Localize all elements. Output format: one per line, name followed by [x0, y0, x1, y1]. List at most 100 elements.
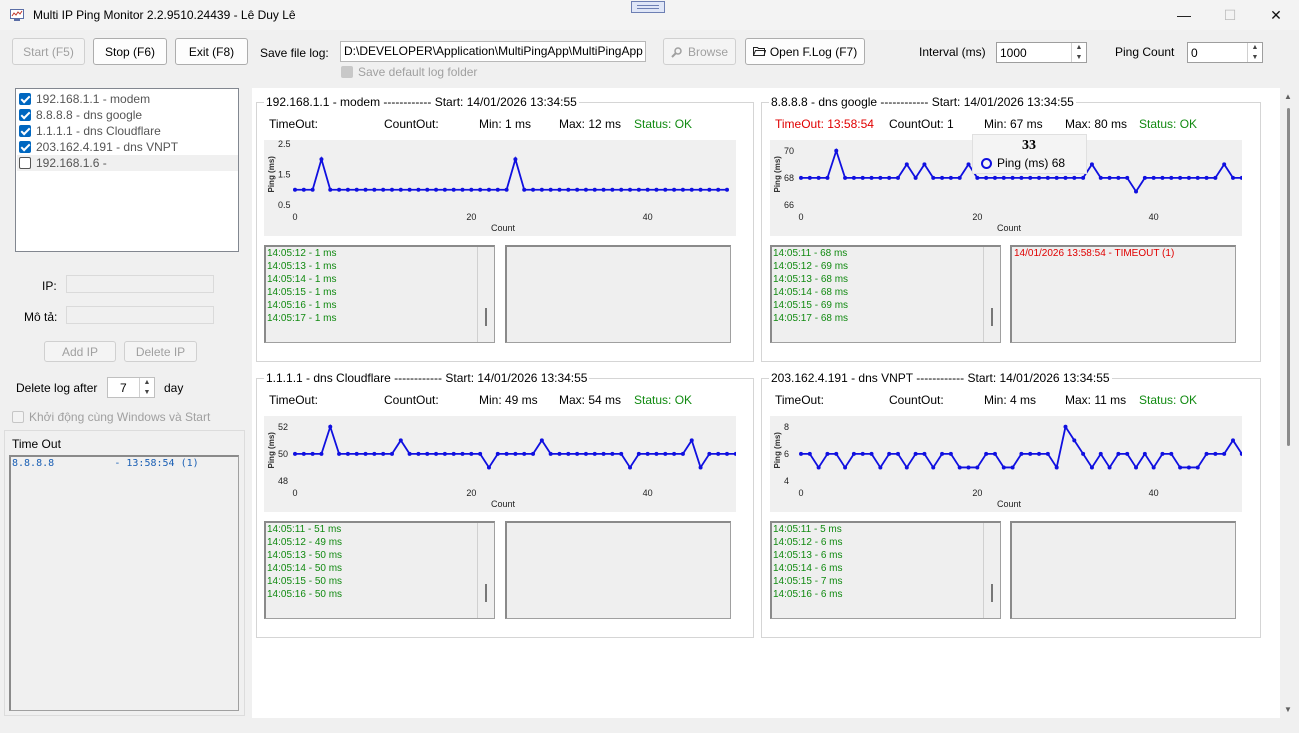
- log-line: 14:05:12 - 49 ms: [267, 537, 343, 548]
- host-item[interactable]: 203.162.4.191 - dns VNPT: [19, 139, 178, 155]
- data-point: [1178, 175, 1183, 180]
- data-point: [663, 187, 668, 192]
- y-axis-label: Ping (ms): [773, 156, 782, 193]
- data-point: [628, 465, 633, 470]
- minimize-button[interactable]: —: [1161, 0, 1207, 30]
- timeout-stat: TimeOut:: [775, 393, 824, 407]
- x-axis-label: Count: [491, 223, 516, 233]
- add-ip-button[interactable]: Add IP: [44, 341, 116, 362]
- timeout-log-box[interactable]: [1010, 521, 1236, 619]
- data-point: [654, 187, 659, 192]
- data-point: [843, 465, 848, 470]
- data-point: [816, 175, 821, 180]
- close-button[interactable]: ✕: [1253, 0, 1299, 30]
- autostart-checkbox[interactable]: Khởi động cùng Windows và Start: [12, 410, 210, 424]
- log-scrollbar[interactable]: [983, 523, 1000, 618]
- timeout-log-box[interactable]: 14/01/2026 13:58:54 - TIMEOUT (1): [1010, 245, 1236, 343]
- data-point: [1213, 451, 1218, 456]
- x-tick-label: 40: [643, 212, 653, 222]
- delete-ip-button[interactable]: Delete IP: [124, 341, 197, 362]
- save-default-checkbox[interactable]: Save default log folder: [341, 65, 477, 79]
- log-scrollbar[interactable]: [477, 523, 494, 618]
- data-point: [1186, 175, 1191, 180]
- y-tick-label: 68: [784, 173, 794, 183]
- data-point: [310, 451, 315, 456]
- window-title: Multi IP Ping Monitor 2.2.9510.24439 - L…: [33, 8, 296, 22]
- host-list[interactable]: 192.168.1.1 - modem 8.8.8.8 - dns google…: [15, 88, 239, 252]
- ping-log[interactable]: 14:05:11 - 5 ms 14:05:12 - 6 ms 14:05:13 -…: [770, 521, 1001, 619]
- ping-log[interactable]: 14:05:12 - 1 ms 14:05:13 - 1 ms 14:05:14 -…: [264, 245, 495, 343]
- y-tick-label: 2.5: [278, 140, 291, 149]
- open-log-label: Open F.Log (F7): [769, 44, 858, 59]
- max-stat: Max: 12 ms: [559, 117, 622, 131]
- host-label: 192.168.1.1 - modem: [36, 92, 151, 106]
- log-scrollbar[interactable]: [983, 247, 1000, 342]
- data-point: [460, 187, 465, 192]
- spin-up-icon[interactable]: ▲: [144, 379, 151, 386]
- desc-input[interactable]: [66, 306, 214, 324]
- ping-log[interactable]: 14:05:11 - 68 ms 14:05:12 - 69 ms 14:05:13…: [770, 245, 1001, 343]
- data-point: [495, 187, 500, 192]
- start-button[interactable]: Start (F5): [12, 38, 85, 65]
- data-point: [851, 451, 856, 456]
- data-point: [381, 451, 386, 456]
- ping-chart: Ping (ms) 48 50 52 0 20 40 Count: [264, 416, 747, 512]
- scroll-up-icon[interactable]: ▲: [1284, 92, 1292, 101]
- data-point: [1239, 175, 1244, 180]
- stop-button[interactable]: Stop (F6): [93, 38, 167, 65]
- log-line: 14:05:14 - 50 ms: [267, 563, 343, 574]
- spin-down-icon[interactable]: ▼: [144, 389, 151, 396]
- checkbox-checked-icon[interactable]: [19, 141, 31, 153]
- title-bar[interactable]: Multi IP Ping Monitor 2.2.9510.24439 - L…: [0, 0, 1299, 30]
- exit-button[interactable]: Exit (F8): [175, 38, 248, 65]
- data-point: [566, 187, 571, 192]
- data-point: [434, 187, 439, 192]
- data-point: [478, 187, 483, 192]
- log-scrollbar[interactable]: [477, 247, 494, 342]
- host-item-selected[interactable]: 192.168.1.6 -: [17, 155, 238, 171]
- spin-up-icon[interactable]: ▲: [1252, 44, 1259, 51]
- data-point: [337, 451, 342, 456]
- delete-log-value: 7: [120, 381, 127, 395]
- interval-spinner[interactable]: 1000 ▲ ▼: [996, 42, 1087, 63]
- checkbox-checked-icon[interactable]: [19, 93, 31, 105]
- timeout-log-box[interactable]: [505, 521, 731, 619]
- min-stat: Min: 67 ms: [984, 117, 1043, 131]
- spin-down-icon[interactable]: ▼: [1252, 54, 1259, 61]
- data-point: [610, 187, 615, 192]
- checkbox-checked-icon[interactable]: [19, 125, 31, 137]
- ping-count-spinner[interactable]: 0 ▲ ▼: [1187, 42, 1263, 63]
- timeout-log-box[interactable]: [505, 245, 731, 343]
- data-point: [1089, 162, 1094, 167]
- checkbox-checked-icon[interactable]: [19, 109, 31, 121]
- page-scrollbar[interactable]: ▲ ▼: [1280, 88, 1299, 718]
- spin-down-icon[interactable]: ▼: [1076, 54, 1083, 61]
- ping-log[interactable]: 14:05:11 - 51 ms 14:05:12 - 49 ms 14:05:13…: [264, 521, 495, 619]
- data-point: [601, 451, 606, 456]
- data-point: [1134, 189, 1139, 194]
- x-axis-label: Count: [997, 499, 1022, 509]
- spin-up-icon[interactable]: ▲: [1076, 44, 1083, 51]
- save-file-log-label: Save file log:: [260, 46, 329, 60]
- drag-handle[interactable]: [631, 1, 665, 13]
- log-path-input[interactable]: D:\DEVELOPER\Application\MultiPingApp\Mu…: [340, 41, 646, 62]
- delete-log-spinner[interactable]: 7 ▲ ▼: [107, 377, 155, 398]
- data-point: [913, 451, 918, 456]
- y-tick-label: 70: [784, 146, 794, 156]
- tooltip-value: 68: [1051, 156, 1066, 170]
- data-point: [566, 451, 571, 456]
- data-point: [895, 175, 900, 180]
- open-log-button[interactable]: Open F.Log (F7): [745, 38, 865, 65]
- scroll-down-icon[interactable]: ▼: [1284, 705, 1292, 714]
- host-item[interactable]: 1.1.1.1 - dns Cloudflare: [19, 123, 161, 139]
- browse-button[interactable]: Browse: [663, 38, 736, 65]
- maximize-button[interactable]: ☐: [1207, 0, 1253, 30]
- timeout-log[interactable]: 8.8.8.8 - 13:58:54 (1): [9, 455, 239, 711]
- scroll-thumb[interactable]: [1287, 108, 1290, 446]
- checkbox-icon[interactable]: [19, 157, 31, 169]
- data-point: [513, 157, 518, 162]
- data-point: [319, 157, 324, 162]
- ip-input[interactable]: [66, 275, 214, 293]
- host-item[interactable]: 192.168.1.1 - modem: [19, 91, 150, 107]
- host-item[interactable]: 8.8.8.8 - dns google: [19, 107, 142, 123]
